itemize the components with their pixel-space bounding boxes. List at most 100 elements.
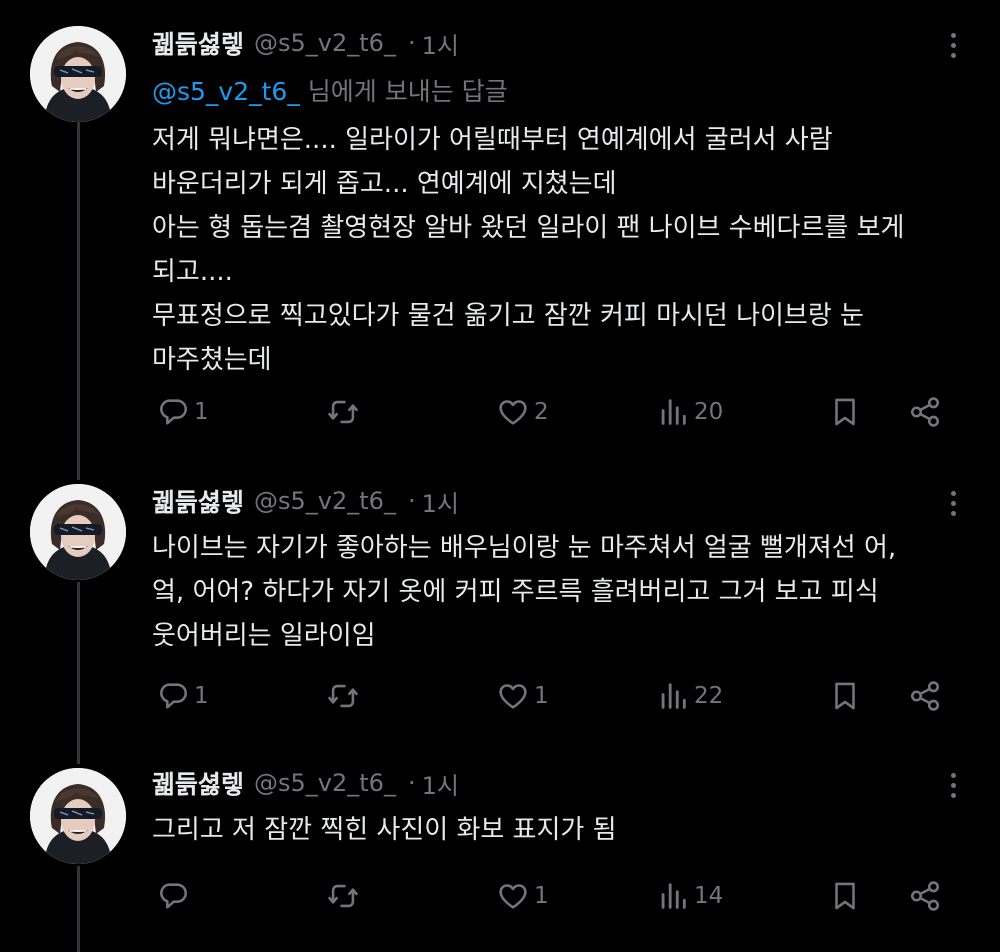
avatar[interactable] bbox=[30, 768, 126, 864]
more-options-button[interactable] bbox=[938, 28, 968, 62]
bookmark-icon bbox=[828, 879, 862, 913]
bookmark-button[interactable] bbox=[828, 392, 862, 432]
tweet[interactable]: 궯듥셣렣 @s5_v2_t6_ · 1시 그리고 저 잠깐 찍힌 사진이 화보 … bbox=[0, 750, 1000, 952]
separator-dot: · bbox=[407, 487, 416, 515]
more-dot bbox=[950, 42, 956, 48]
timestamp[interactable]: 1시 bbox=[422, 484, 459, 519]
view-count: 22 bbox=[694, 683, 724, 709]
tweet-text-line: 웃어버리는 일라이임 bbox=[152, 621, 376, 651]
user-handle[interactable]: @s5_v2_t6_ bbox=[254, 487, 396, 515]
more-dots-icon bbox=[950, 32, 956, 38]
action-bar: 1 2 20 bbox=[156, 392, 956, 432]
tweet-header: 궯듥셣렣 @s5_v2_t6_ · 1시 bbox=[152, 484, 459, 518]
more-dot bbox=[950, 500, 956, 506]
view-count: 14 bbox=[694, 883, 724, 909]
more-dots-icon bbox=[950, 772, 956, 778]
bookmark-button[interactable] bbox=[828, 876, 862, 916]
tweet-text-line: 되고.... bbox=[152, 257, 233, 287]
tweet-text-line: 나이브는 자기가 좋아하는 배우님이랑 눈 마주쳐서 얼굴 뻘개져선 어, bbox=[152, 533, 897, 563]
display-name[interactable]: 궯듥셣렣 bbox=[152, 765, 244, 801]
heart-icon bbox=[496, 679, 530, 713]
tweet-text: 나이브는 자기가 좋아하는 배우님이랑 눈 마주쳐서 얼굴 뻘개져선 어, 엌,… bbox=[152, 526, 972, 658]
share-button[interactable] bbox=[908, 876, 942, 916]
tweet-text-line: 무표정으로 찍고있다가 물건 옮기고 잠깐 커피 마시던 나이브랑 눈 bbox=[152, 301, 864, 331]
thread-line bbox=[77, 122, 80, 458]
tweet-text-line: 아는 형 돕는겸 촬영현장 알바 왔던 일라이 팬 나이브 수베다르를 보게 bbox=[152, 213, 905, 243]
views-button[interactable]: 14 bbox=[656, 876, 723, 916]
reply-bubble-icon bbox=[156, 879, 190, 913]
tweet-text-line: 마주쳤는데 bbox=[152, 345, 272, 375]
action-bar: 1 14 bbox=[156, 876, 956, 916]
tweet-text-line: 저게 뭐냐면은.... 일라이가 어릴때부터 연예계에서 굴러서 사람 bbox=[152, 125, 833, 155]
reply-button[interactable]: 1 bbox=[156, 676, 209, 716]
avatar[interactable] bbox=[30, 26, 126, 122]
views-button[interactable]: 22 bbox=[656, 676, 723, 716]
like-count: 2 bbox=[534, 399, 549, 425]
share-icon bbox=[908, 679, 942, 713]
bookmark-button[interactable] bbox=[828, 676, 862, 716]
like-button[interactable]: 1 bbox=[496, 676, 549, 716]
retweet-button[interactable] bbox=[326, 676, 364, 716]
avatar[interactable] bbox=[30, 484, 126, 580]
share-button[interactable] bbox=[908, 392, 942, 432]
thread-line bbox=[77, 582, 80, 750]
more-dot bbox=[950, 782, 956, 788]
tweet[interactable]: 궯듥셣렣 @s5_v2_t6_ · 1시 @s5_v2_t6_ 님에게 보내는 … bbox=[0, 0, 1000, 458]
retweet-button[interactable] bbox=[326, 876, 364, 916]
share-icon bbox=[908, 395, 942, 429]
blindfolded-man-avatar-icon bbox=[30, 484, 126, 580]
timestamp[interactable]: 1시 bbox=[422, 26, 459, 61]
tweet[interactable]: 궯듥셣렣 @s5_v2_t6_ · 1시 나이브는 자기가 좋아하는 배우님이랑… bbox=[0, 458, 1000, 750]
display-name[interactable]: 궯듥셣렣 bbox=[152, 483, 244, 519]
separator-dot: · bbox=[407, 769, 416, 797]
display-name[interactable]: 궯듥셣렣 bbox=[152, 25, 244, 61]
more-dot bbox=[950, 792, 956, 798]
more-dot bbox=[950, 52, 956, 58]
like-button[interactable]: 1 bbox=[496, 876, 549, 916]
views-bars-icon bbox=[656, 879, 690, 913]
like-button[interactable]: 2 bbox=[496, 392, 549, 432]
thread-line bbox=[77, 458, 80, 480]
tweet-text: 그리고 저 잠깐 찍힌 사진이 화보 표지가 됨 bbox=[152, 808, 972, 852]
more-options-button[interactable] bbox=[938, 486, 968, 520]
reply-count: 1 bbox=[194, 399, 209, 425]
retweet-button[interactable] bbox=[326, 392, 364, 432]
retweet-icon bbox=[326, 679, 360, 713]
reply-button[interactable]: 1 bbox=[156, 392, 209, 432]
view-count: 20 bbox=[694, 399, 724, 425]
reply-count: 1 bbox=[194, 683, 209, 709]
reply-mention-link[interactable]: @s5_v2_t6_ bbox=[152, 77, 300, 106]
share-icon bbox=[908, 879, 942, 913]
blindfolded-man-avatar-icon bbox=[30, 26, 126, 122]
tweet-header: 궯듥셣렣 @s5_v2_t6_ · 1시 bbox=[152, 26, 459, 60]
heart-icon bbox=[496, 395, 530, 429]
tweet-header: 궯듥셣렣 @s5_v2_t6_ · 1시 bbox=[152, 766, 459, 800]
bookmark-icon bbox=[828, 679, 862, 713]
views-button[interactable]: 20 bbox=[656, 392, 723, 432]
user-handle[interactable]: @s5_v2_t6_ bbox=[254, 29, 396, 57]
timestamp[interactable]: 1시 bbox=[422, 766, 459, 801]
bookmark-icon bbox=[828, 395, 862, 429]
tweet-text-line: 바운더리가 되게 좁고... 연예계에 지쳤는데 bbox=[152, 169, 617, 199]
more-options-button[interactable] bbox=[938, 768, 968, 802]
user-handle[interactable]: @s5_v2_t6_ bbox=[254, 769, 396, 797]
blindfolded-man-avatar-icon bbox=[30, 768, 126, 864]
views-bars-icon bbox=[656, 395, 690, 429]
separator-dot: · bbox=[407, 29, 416, 57]
share-button[interactable] bbox=[908, 676, 942, 716]
reply-bubble-icon bbox=[156, 395, 190, 429]
tweet-text: 저게 뭐냐면은.... 일라이가 어릴때부터 연예계에서 굴러서 사람 바운더리… bbox=[152, 118, 972, 382]
like-count: 1 bbox=[534, 883, 549, 909]
retweet-icon bbox=[326, 879, 360, 913]
reply-context-text: 님에게 보내는 답글 bbox=[299, 77, 508, 106]
views-bars-icon bbox=[656, 679, 690, 713]
like-count: 1 bbox=[534, 683, 549, 709]
reply-button[interactable] bbox=[156, 876, 194, 916]
more-dot bbox=[950, 510, 956, 516]
reply-bubble-icon bbox=[156, 679, 190, 713]
action-bar: 1 1 22 bbox=[156, 676, 956, 716]
tweet-text-line: 그리고 저 잠깐 찍힌 사진이 화보 표지가 됨 bbox=[152, 815, 617, 845]
tweet-text-line: 엌, 어어? 하다가 자기 옷에 커피 주르륵 흘려버리고 그거 보고 피식 bbox=[152, 577, 879, 607]
thread-line bbox=[77, 750, 80, 764]
retweet-icon bbox=[326, 395, 360, 429]
